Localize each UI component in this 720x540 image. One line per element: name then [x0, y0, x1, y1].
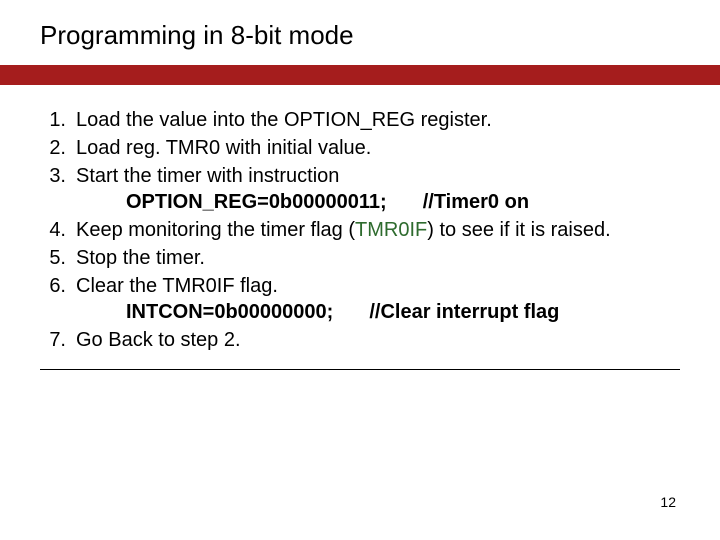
flag-name: TMR0IF [355, 219, 427, 241]
item-text: Keep monitoring the timer flag (TMR0IF) … [76, 217, 680, 243]
item-number: 4. [40, 217, 76, 243]
steps-list: 1. Load the value into the OPTION_REG re… [40, 107, 680, 353]
list-item: 3. Start the timer with instruction OPTI… [40, 163, 680, 215]
item-text: Clear the TMR0IF flag. INTCON=0b00000000… [76, 273, 680, 325]
item-number: 2. [40, 135, 76, 161]
item-text: Load the value into the OPTION_REG regis… [76, 107, 680, 133]
code-line: INTCON=0b00000000; //Clear interrupt flag [76, 301, 559, 323]
code-statement: OPTION_REG=0b00000011; [126, 191, 387, 213]
slide-content: 1. Load the value into the OPTION_REG re… [40, 107, 680, 370]
item-number: 1. [40, 107, 76, 133]
code-comment: //Clear interrupt flag [369, 301, 559, 323]
item-number: 6. [40, 273, 76, 325]
list-item: 6. Clear the TMR0IF flag. INTCON=0b00000… [40, 273, 680, 325]
item-text-line: Start the timer with instruction [76, 165, 339, 187]
item-text: Load reg. TMR0 with initial value. [76, 135, 680, 161]
list-item: 7. Go Back to step 2. [40, 327, 680, 353]
code-comment: //Timer0 on [423, 191, 529, 213]
item-number: 7. [40, 327, 76, 353]
item-text: Start the timer with instruction OPTION_… [76, 163, 680, 215]
code-line: OPTION_REG=0b00000011; //Timer0 on [76, 191, 529, 213]
list-item: 1. Load the value into the OPTION_REG re… [40, 107, 680, 133]
title-underline-bar [0, 65, 720, 85]
list-item: 2. Load reg. TMR0 with initial value. [40, 135, 680, 161]
item-text-pre: Keep monitoring the timer flag ( [76, 219, 355, 241]
item-number: 3. [40, 163, 76, 215]
item-text-line: Clear the TMR0IF flag. [76, 275, 278, 297]
item-text-post: ) to see if it is raised. [427, 219, 610, 241]
slide-title: Programming in 8-bit mode [40, 20, 680, 51]
item-number: 5. [40, 245, 76, 271]
code-statement: INTCON=0b00000000; [126, 301, 333, 323]
page-number: 12 [660, 494, 676, 510]
list-item: 5. Stop the timer. [40, 245, 680, 271]
item-text: Stop the timer. [76, 245, 680, 271]
bottom-divider [40, 369, 680, 370]
item-text: Go Back to step 2. [76, 327, 680, 353]
list-item: 4. Keep monitoring the timer flag (TMR0I… [40, 217, 680, 243]
